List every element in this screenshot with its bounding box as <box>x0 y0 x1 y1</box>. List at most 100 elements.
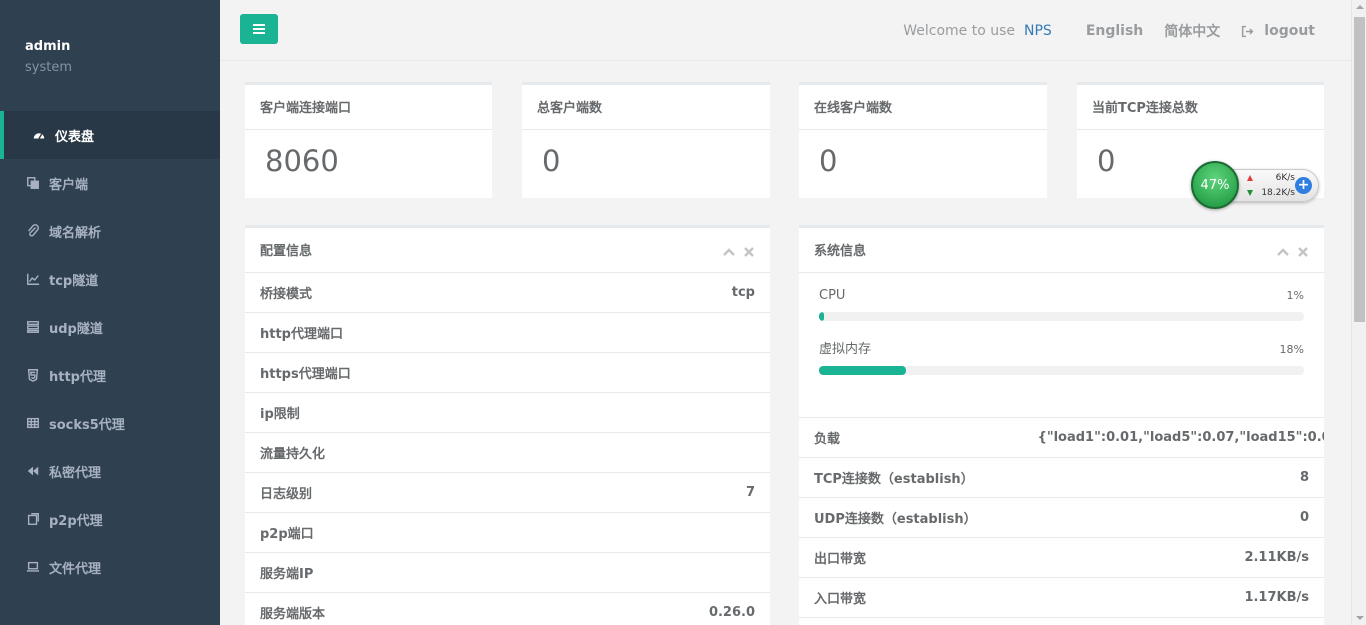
speed-percent-circle: 47% <box>1191 161 1239 209</box>
html5-icon <box>25 368 41 382</box>
sidebar-item-clients[interactable]: 客户端 <box>0 159 220 207</box>
panel-tools <box>1269 246 1309 258</box>
sidebar-item-label: socks5代理 <box>49 417 125 433</box>
logout-link[interactable]: logout <box>1241 23 1315 39</box>
row-label: 流量持久化 <box>260 447 326 462</box>
row-value: 7 <box>745 485 755 500</box>
page-scrollbar[interactable] <box>1351 0 1366 625</box>
system-panel: 系统信息 CPU 1% 虚拟内存 18% 负载 {"load1":0.01,"load… <box>799 225 1324 625</box>
close-icon[interactable] <box>1297 246 1309 258</box>
sidebar-item-dashboard[interactable]: 仪表盘 <box>0 111 220 159</box>
config-panel: 配置信息 桥接模式 tcp http代理端口 https代理端口 ip限制 流量持… <box>245 225 770 625</box>
row-value: 2.11KB/s <box>1244 550 1309 565</box>
row-label: 日志级别 <box>260 487 313 502</box>
system-title: 系统信息 <box>799 228 1324 273</box>
sidebar-item-label: p2p代理 <box>49 513 103 529</box>
system-metrics: CPU 1% 虚拟内存 18% <box>799 273 1324 418</box>
row-value: 8 <box>1299 470 1309 485</box>
sign-out-icon <box>1242 25 1254 37</box>
welcome-text: Welcome to use <box>903 23 1016 39</box>
logout-label: logout <box>1264 23 1315 39</box>
cpu-metric: CPU 1% <box>819 288 1304 321</box>
scroll-up-arrow-icon[interactable] <box>1356 5 1364 9</box>
top-navbar: Welcome to use NPS English 简体中文 logout <box>220 0 1351 61</box>
sidebar-item-label: 仪表盘 <box>55 129 95 145</box>
sidebar-item-file[interactable]: 文件代理 <box>0 543 220 591</box>
sidebar-item-tcp[interactable]: tcp隧道 <box>0 255 220 303</box>
config-title: 配置信息 <box>245 228 770 273</box>
profile-name[interactable]: admin <box>25 39 195 55</box>
backward-icon <box>25 464 41 478</box>
stat-box-client-port: 客户端连接端口 8060 <box>245 82 492 198</box>
scrollbar-thumb[interactable] <box>1354 17 1365 322</box>
sidebar-item-http[interactable]: http代理 <box>0 351 220 399</box>
stat-value: 0 <box>542 144 561 178</box>
system-row: UDP连接数（establish） 0 <box>799 498 1324 538</box>
config-row: p2p端口 <box>245 513 770 553</box>
top-right-links: Welcome to use NPS English 简体中文 logout <box>903 21 1315 41</box>
scroll-down-arrow-icon[interactable] <box>1356 616 1364 620</box>
metric-label: 虚拟内存 <box>819 342 872 357</box>
row-value: 1.17KB/s <box>1244 590 1309 605</box>
close-icon[interactable] <box>743 246 755 258</box>
stat-value: 8060 <box>265 144 339 178</box>
row-label: 服务端IP <box>260 567 314 582</box>
cpu-progress <box>819 312 1304 321</box>
sidebar-item-label: udp隧道 <box>49 321 103 337</box>
metric-percent: 1% <box>1286 289 1304 302</box>
table-icon <box>25 416 41 430</box>
sidebar-item-label: 域名解析 <box>49 225 102 241</box>
row-label: 桥接模式 <box>260 287 313 302</box>
system-row: TCP连接数（establish） 8 <box>799 458 1324 498</box>
config-row: 服务端版本 0.26.0 <box>245 593 770 625</box>
config-row: ip限制 <box>245 393 770 433</box>
row-label: 服务端版本 <box>260 607 326 622</box>
progress-bar <box>819 366 907 375</box>
sidebar-item-label: tcp隧道 <box>49 273 99 289</box>
chevron-up-icon[interactable] <box>723 246 735 258</box>
row-label: TCP连接数（establish） <box>814 472 974 487</box>
paperclip-icon <box>25 224 41 238</box>
row-label: ip限制 <box>260 407 300 422</box>
system-row: 出口带宽 2.11KB/s <box>799 538 1324 578</box>
sidebar-item-secret[interactable]: 私密代理 <box>0 447 220 495</box>
stat-title: 总客户端数 <box>522 85 770 130</box>
sidebar: admin system 仪表盘 客户端 域名解析 tcp隧道 udp隧道 ht… <box>0 0 220 625</box>
row-value: 0 <box>1299 510 1309 525</box>
dashboard-icon <box>31 128 47 142</box>
config-row: https代理端口 <box>245 353 770 393</box>
plus-icon[interactable]: + <box>1295 177 1312 194</box>
server-icon <box>25 320 41 334</box>
laptop-icon <box>25 560 41 574</box>
memory-metric: 虚拟内存 18% <box>819 338 1304 375</box>
stat-title: 当前TCP连接总数 <box>1077 85 1324 130</box>
profile-role: system <box>25 60 72 75</box>
sidebar-item-label: 私密代理 <box>49 465 102 481</box>
config-row: 日志级别 7 <box>245 473 770 513</box>
download-speed: 18.2K/s <box>1261 188 1295 198</box>
stat-title: 客户端连接端口 <box>245 85 492 130</box>
row-label: 入口带宽 <box>814 592 867 607</box>
nps-link[interactable]: NPS <box>1024 23 1052 39</box>
stat-value: 0 <box>819 144 838 178</box>
sidebar-item-socks5[interactable]: socks5代理 <box>0 399 220 447</box>
stat-box-total-clients: 总客户端数 0 <box>522 82 770 198</box>
row-label: https代理端口 <box>260 367 351 382</box>
system-row: 入口带宽 1.17KB/s <box>799 578 1324 618</box>
sidebar-item-p2p[interactable]: p2p代理 <box>0 495 220 543</box>
chevron-up-icon[interactable] <box>1277 246 1289 258</box>
profile: admin system <box>0 0 220 111</box>
stat-box-online-clients: 在线客户端数 0 <box>799 82 1047 198</box>
panel-title: 系统信息 <box>814 244 867 259</box>
sidebar-item-domain[interactable]: 域名解析 <box>0 207 220 255</box>
row-value: tcp <box>731 285 755 300</box>
menu-toggle-button[interactable] <box>240 14 278 44</box>
sidebar-nav: 仪表盘 客户端 域名解析 tcp隧道 udp隧道 http代理 socks5代理 <box>0 111 220 591</box>
network-speed-widget[interactable]: 47% 6K/s 18.2K/s + <box>1191 161 1319 209</box>
panel-title: 配置信息 <box>260 244 313 259</box>
english-link[interactable]: English <box>1086 23 1143 39</box>
chinese-link[interactable]: 简体中文 <box>1164 21 1220 41</box>
row-label: UDP连接数（establish） <box>814 512 977 527</box>
sidebar-item-udp[interactable]: udp隧道 <box>0 303 220 351</box>
panel-tools <box>715 246 755 258</box>
